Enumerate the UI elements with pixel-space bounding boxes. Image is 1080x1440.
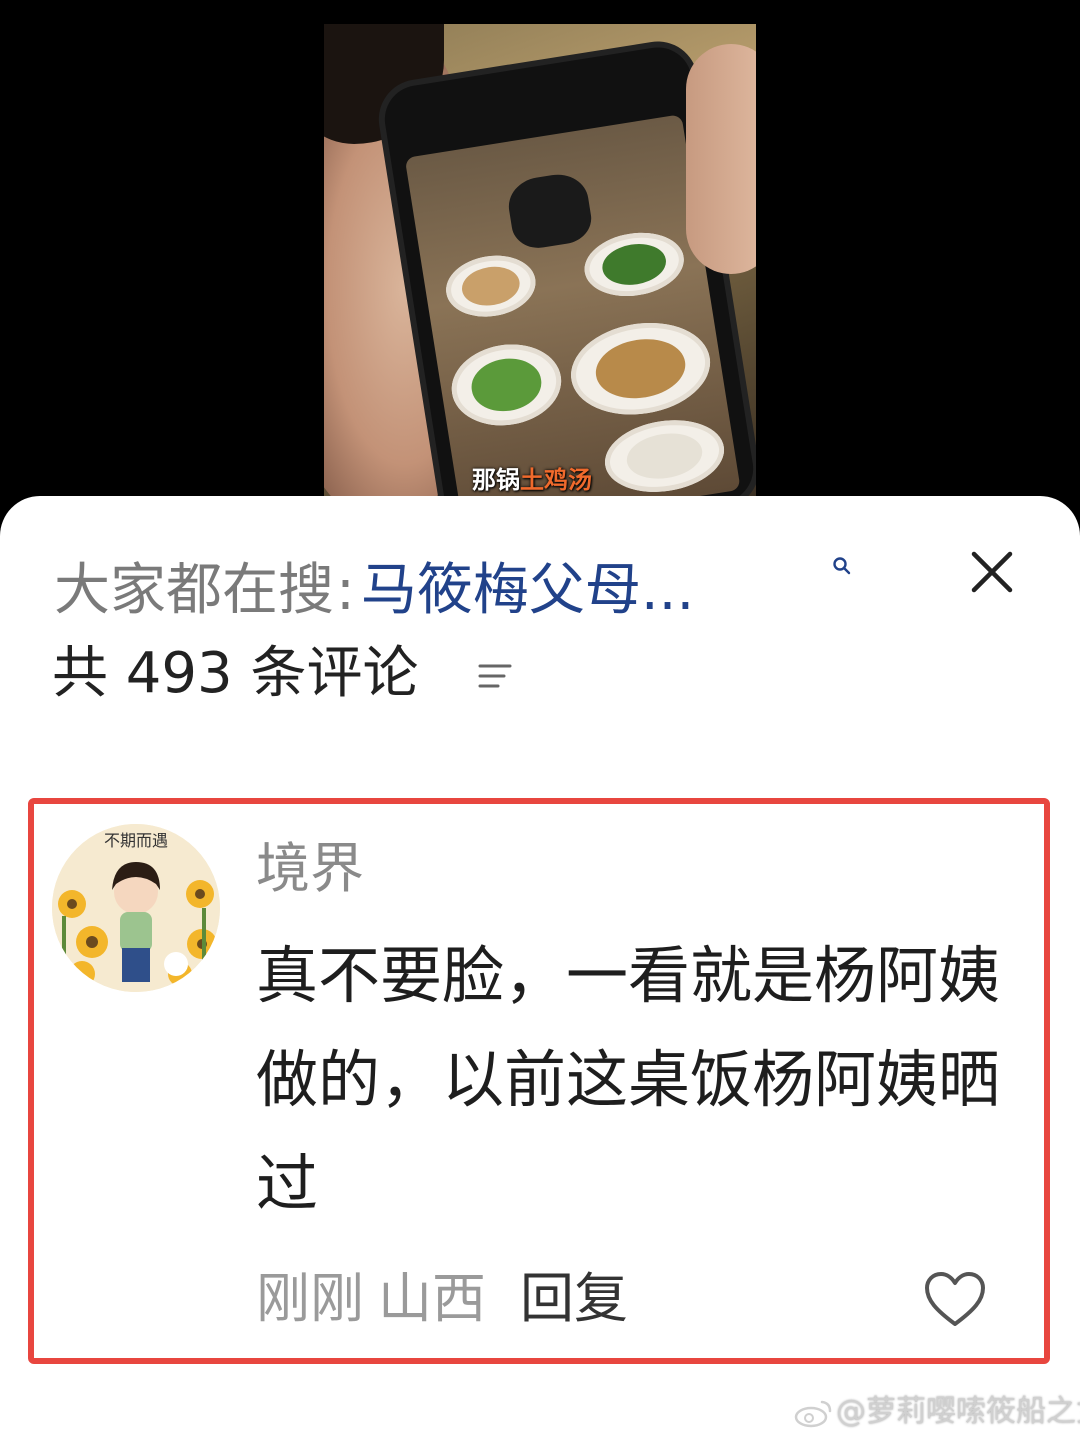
watermark: @萝莉嘤嗦筱船之女 — [794, 1392, 1080, 1432]
search-suggestion[interactable]: 大家都在搜: 马筱梅父母... — [54, 556, 694, 626]
video-area: 那锅土鸡汤 — [0, 0, 1080, 520]
video-caption: 那锅土鸡汤 — [464, 460, 600, 496]
video-caption-highlight: 土鸡汤 — [520, 465, 592, 494]
avatar-caption: 不期而遇 — [104, 831, 168, 850]
comment-location: 山西 — [378, 1267, 486, 1330]
search-suggestion-prefix: 大家都在搜 — [54, 558, 334, 623]
dish-image — [599, 412, 730, 496]
dish-image — [445, 336, 568, 434]
sort-icon[interactable] — [476, 660, 514, 692]
watermark-text: @萝莉嘤嗦筱船之女 — [836, 1394, 1080, 1429]
search-suggestion-colon: : — [336, 558, 355, 623]
comment-meta: 刚刚 山西 回复 — [256, 1264, 628, 1334]
avatar-illustration: 不期而遇 — [52, 824, 220, 992]
search-icon[interactable] — [832, 556, 852, 576]
reply-button[interactable]: 回复 — [520, 1267, 628, 1330]
dish-image — [564, 313, 717, 425]
comment-time: 刚刚 — [256, 1267, 364, 1330]
dish-image — [441, 249, 540, 323]
close-icon[interactable] — [966, 546, 1018, 598]
video-thumbnail[interactable]: 那锅土鸡汤 — [324, 24, 756, 496]
search-suggestion-term[interactable]: 马筱梅父母... — [361, 558, 694, 623]
comment-count-title: 共 493 条评论 — [52, 641, 419, 706]
weibo-logo-icon — [794, 1400, 832, 1427]
video-caption-main: 那锅 — [472, 465, 520, 494]
comment-body: 真不要脸，一看就是杨阿姨做的，以前这桌饭杨阿姨晒过 — [256, 939, 1001, 1220]
avatar[interactable]: 不期而遇 — [52, 824, 220, 992]
comment-username[interactable]: 境界 — [256, 834, 364, 904]
dish-image — [579, 225, 689, 303]
soup-pot-image — [504, 170, 595, 252]
heart-icon[interactable] — [922, 1270, 988, 1330]
hand-image — [686, 44, 756, 274]
